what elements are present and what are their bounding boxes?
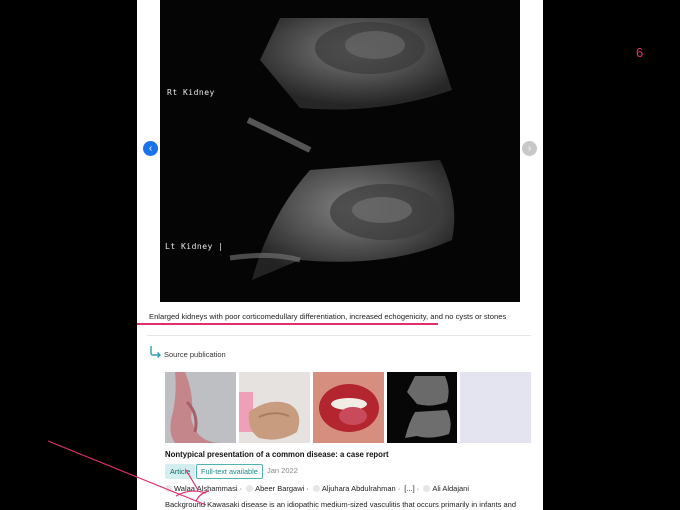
ultrasound-image[interactable]: Rt Kidney Lt Kidney | <box>160 0 520 302</box>
avatar <box>423 485 431 492</box>
thumbnail-lips[interactable] <box>313 372 384 443</box>
image-label-left-kidney: Lt Kidney | <box>165 242 224 251</box>
thumbnail-hand[interactable] <box>239 372 310 443</box>
publication-date: Jan 2022 <box>267 466 298 475</box>
thumbnail-ultrasound[interactable] <box>387 372 457 443</box>
more-authors-link[interactable]: [...] <box>404 484 414 493</box>
chevron-left-icon: ‹ <box>148 142 153 154</box>
figure-caption: Enlarged kidneys with poor corticomedull… <box>149 312 507 321</box>
full-text-badge[interactable]: Full-text available <box>196 464 263 479</box>
foot-image <box>165 372 236 443</box>
author-link[interactable]: Walaa Alshammasi <box>174 484 238 493</box>
ultrasound-graphic <box>229 18 455 280</box>
author-link[interactable]: Aljuhara Abdulrahman <box>322 484 396 493</box>
section-divider <box>147 335 531 336</box>
next-figure-button[interactable]: › <box>522 141 537 156</box>
source-publication-label: Source publication <box>164 350 226 359</box>
thumbnail-placeholder[interactable] <box>460 372 531 443</box>
avatar <box>312 485 320 492</box>
image-label-right-kidney: Rt Kidney <box>167 88 215 97</box>
return-arrow-icon <box>150 346 161 358</box>
page-number: 6 <box>636 45 644 60</box>
hand-image <box>239 372 310 443</box>
caption-highlight-underline <box>137 323 438 325</box>
author-link[interactable]: Abeer Bargawi <box>255 484 304 493</box>
chevron-right-icon: › <box>527 142 532 154</box>
lips-image <box>313 372 384 443</box>
thumbnail-foot[interactable] <box>165 372 236 443</box>
abstract-snippet: Background Kawasaki disease is an idiopa… <box>165 500 516 509</box>
ultrasound-thumb-image <box>387 372 457 443</box>
author-link[interactable]: Ali Aldajani <box>432 484 469 493</box>
article-type-badge: Article <box>165 464 196 479</box>
author-list: Walaa Alshammasi · Abeer Bargawi · Aljuhar… <box>165 484 471 493</box>
previous-figure-button[interactable]: ‹ <box>143 141 158 156</box>
avatar <box>165 485 172 492</box>
publication-title[interactable]: Nontypical presentation of a common dise… <box>165 450 389 459</box>
avatar <box>246 485 254 492</box>
